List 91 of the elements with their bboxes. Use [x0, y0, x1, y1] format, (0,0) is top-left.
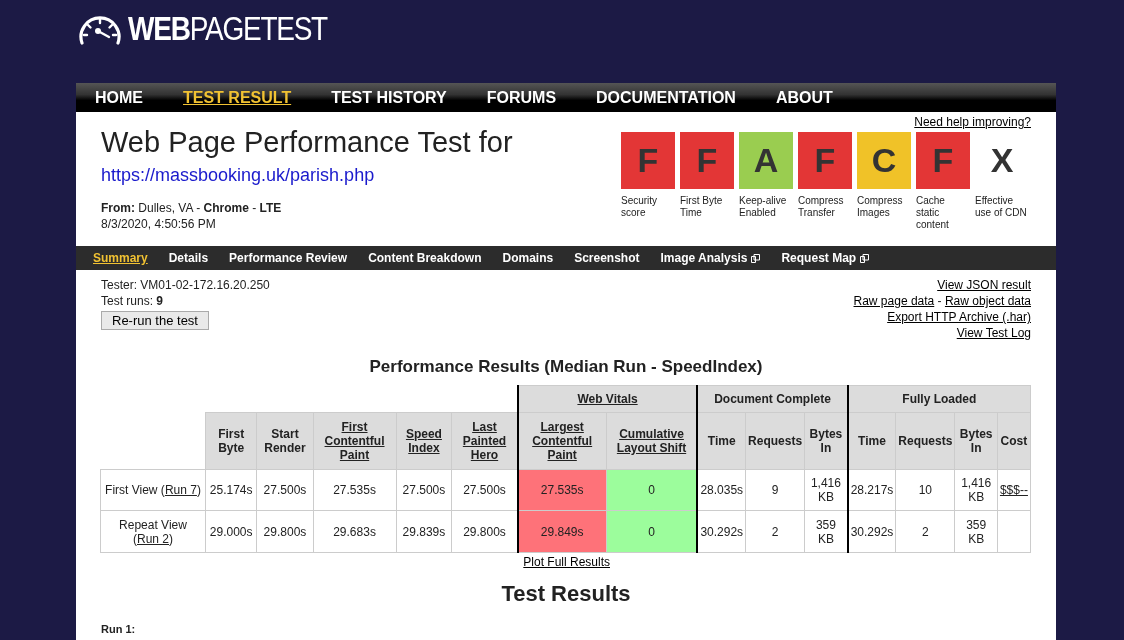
- tested-url-link[interactable]: https://massbooking.uk/parish.php: [101, 165, 513, 186]
- separator-text: -: [937, 294, 942, 308]
- table-cell: 27.500s: [396, 469, 452, 511]
- column-header[interactable]: Largest Contentful Paint: [517, 412, 607, 470]
- row-label: Repeat View (Run 2): [100, 510, 206, 553]
- table-cell: 9: [745, 469, 805, 511]
- column-header: First Byte: [205, 412, 257, 470]
- run-link[interactable]: Run 7: [164, 483, 197, 497]
- table-cell: 28.035s: [697, 469, 746, 511]
- column-header[interactable]: Speed Index: [396, 412, 452, 470]
- help-link[interactable]: Need help improving?: [914, 115, 1031, 129]
- table-cell: [997, 510, 1031, 553]
- table-cell: 29.000s: [205, 510, 257, 553]
- plot-results-link[interactable]: Plot Full Results: [523, 555, 610, 569]
- rerun-button[interactable]: Re-run the test: [101, 311, 209, 330]
- column-header: Requests: [895, 412, 955, 470]
- column-header: Time: [847, 412, 896, 470]
- tab[interactable]: Domains: [502, 251, 554, 265]
- table-cell: 28.217s: [847, 469, 896, 511]
- section-title: Test Results: [500, 581, 632, 607]
- tab[interactable]: Summary: [93, 251, 148, 265]
- grade-label: First Byte Time: [680, 195, 724, 219]
- page-title: Web Page Performance Test for: [101, 126, 513, 159]
- table-cell: 0: [606, 510, 698, 553]
- column-header[interactable]: Last Painted Hero: [451, 412, 518, 470]
- grade-badge[interactable]: A: [739, 132, 793, 189]
- logo-text: WEBPAGETEST: [128, 10, 327, 48]
- speedometer-icon: [78, 13, 122, 45]
- group-header[interactable]: Web Vitals: [517, 385, 698, 413]
- external-link-icon: [860, 253, 870, 263]
- grade-label: Cache static content: [916, 195, 950, 231]
- table-cell: 27.535s: [517, 469, 607, 511]
- table-cell: 10: [895, 469, 955, 511]
- results-title: Performance Results (Median Run - SpeedIndex): [368, 357, 764, 377]
- tab[interactable]: Request Map: [781, 251, 870, 265]
- tab[interactable]: Performance Review: [229, 251, 348, 265]
- test-runs-text: Test runs: 9: [101, 293, 165, 309]
- external-link-icon: [751, 253, 761, 263]
- table-cell: 27.535s: [313, 469, 396, 511]
- nav-link[interactable]: HOME: [95, 88, 143, 107]
- grade-label: Compress Transfer: [798, 195, 845, 219]
- table-cell: 2: [895, 510, 955, 553]
- tester-text: Tester: VM01-02-172.16.20.250: [101, 277, 270, 293]
- tab[interactable]: Screenshot: [574, 251, 640, 265]
- table-cell: 29.839s: [396, 510, 452, 553]
- raw-object-data-link[interactable]: Raw object data: [944, 294, 1031, 308]
- column-header: Bytes In: [954, 412, 998, 470]
- table-cell: 2: [745, 510, 805, 553]
- group-header: Fully Loaded: [847, 385, 1031, 413]
- column-header: Start Render: [256, 412, 314, 470]
- column-header: Bytes In: [804, 412, 848, 470]
- table-cell: 27.500s: [256, 469, 314, 511]
- column-header: Cost: [997, 412, 1031, 470]
- table-cell: 0: [606, 469, 698, 511]
- grade-badge[interactable]: C: [857, 132, 911, 189]
- grade-badge[interactable]: X: [975, 132, 1029, 189]
- column-header[interactable]: Cumulative Layout Shift: [606, 412, 698, 470]
- tab[interactable]: Image Analysis: [660, 251, 761, 265]
- grade-label: Effective use of CDN: [975, 195, 1028, 219]
- column-header: Requests: [745, 412, 805, 470]
- nav-link[interactable]: TEST RESULT: [183, 88, 292, 107]
- json-result-link[interactable]: View JSON result: [937, 277, 1031, 293]
- tab[interactable]: Details: [168, 251, 209, 265]
- export-har-link[interactable]: Export HTTP Archive (.har): [887, 309, 1031, 325]
- test-date-text: 8/3/2020, 4:50:56 PM: [101, 216, 217, 232]
- table-cell: 29.800s: [256, 510, 314, 553]
- table-cell: 30.292s: [847, 510, 896, 553]
- test-log-link[interactable]: View Test Log: [956, 325, 1031, 341]
- table-cell[interactable]: $$$--: [997, 469, 1031, 511]
- raw-page-data-link[interactable]: Raw page data: [853, 294, 935, 308]
- nav-link[interactable]: FORUMS: [486, 88, 557, 107]
- row-label: First View (Run 7): [100, 469, 206, 511]
- nav-link[interactable]: TEST HISTORY: [331, 88, 447, 107]
- group-header: Document Complete: [697, 385, 848, 413]
- table-cell: 29.683s: [313, 510, 396, 553]
- table-cell: 30.292s: [697, 510, 746, 553]
- table-cell: 25.174s: [205, 469, 257, 511]
- nav-link[interactable]: ABOUT: [775, 88, 833, 107]
- table-cell: 359 KB: [954, 510, 998, 553]
- run-label: Run 1:: [100, 623, 137, 635]
- test-location-text: From: Dulles, VA - Chrome - LTE: [101, 200, 283, 216]
- table-cell: 29.849s: [517, 510, 607, 553]
- column-header: Time: [697, 412, 746, 470]
- grade-label: Security score: [621, 195, 659, 219]
- tab[interactable]: Content Breakdown: [368, 251, 482, 265]
- grade-label: Compress Images: [857, 195, 904, 219]
- table-cell: 1,416 KB: [954, 469, 998, 511]
- column-header[interactable]: First Contentful Paint: [313, 412, 396, 470]
- grade-label: Keep-alive Enabled: [739, 195, 788, 219]
- run-link[interactable]: Run 2: [137, 531, 169, 546]
- nav-link[interactable]: DOCUMENTATION: [596, 88, 736, 107]
